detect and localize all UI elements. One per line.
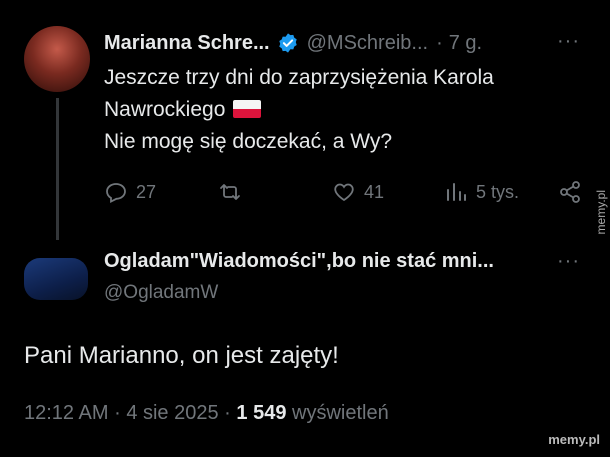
tweet-header: Marianna Schre... @MSchreib... · 7 g. xyxy=(104,30,600,56)
tweet-actions: 27 41 5 tys. xyxy=(104,180,594,208)
reply-text: Pani Marianno, on jest zajęty! xyxy=(24,342,339,369)
share-icon xyxy=(560,181,580,203)
reply-time[interactable]: 12:12 AM xyxy=(24,402,109,424)
views-count: 5 tys. xyxy=(476,181,520,202)
reply-meta: 12:12 AM · 4 sie 2025 · 1 549 wyświetleń xyxy=(24,402,389,425)
tweet-text: Jeszcze trzy dni do zaprzysiężenia Karol… xyxy=(104,62,564,158)
reply-count: 27 xyxy=(136,181,157,202)
retweet-button[interactable] xyxy=(218,180,250,204)
poland-flag-icon xyxy=(233,100,262,118)
reply-views-count: 1 549 xyxy=(236,402,287,424)
thread-line xyxy=(56,98,59,240)
author-avatar[interactable] xyxy=(24,26,90,92)
reply-views-label: wyświetleń xyxy=(292,402,389,424)
meta-separator-2: · xyxy=(224,402,231,424)
share-button[interactable] xyxy=(558,180,582,204)
reply-author-handle[interactable]: @OgladamW xyxy=(104,282,218,304)
views-button[interactable]: 5 tys. xyxy=(444,180,519,204)
tweet-text-line-2: Nawrockiego xyxy=(104,98,226,121)
like-icon xyxy=(334,183,354,202)
meta-separator-1: · xyxy=(114,402,121,424)
tweet-text-line-1: Jeszcze trzy dni do zaprzysiężenia Karol… xyxy=(104,66,494,89)
side-watermark: memy.pl xyxy=(594,190,608,235)
reply-more-icon[interactable]: ··· xyxy=(557,250,580,273)
separator-dot: · xyxy=(436,31,443,54)
retweet-icon xyxy=(220,184,240,200)
views-icon xyxy=(447,183,466,201)
tweet-text-line-3: Nie mogę się doczekać, a Wy? xyxy=(104,130,393,153)
more-icon[interactable]: ··· xyxy=(557,30,580,53)
reply-date[interactable]: 4 sie 2025 xyxy=(126,402,218,424)
like-count: 41 xyxy=(364,181,385,202)
bottom-watermark: memy.pl xyxy=(548,432,600,447)
tweet-text-line-2-wrap: Nawrockiego xyxy=(104,94,564,126)
reply-icon xyxy=(106,183,126,203)
tweet-time[interactable]: 7 g. xyxy=(449,32,482,55)
reply-button[interactable]: 27 xyxy=(104,180,156,204)
reply-author-name[interactable]: Ogladam"Wiadomości",bo nie stać mni... xyxy=(104,250,494,273)
verified-icon xyxy=(278,33,297,53)
author-handle[interactable]: @MSchreib... xyxy=(307,32,428,55)
like-button[interactable]: 41 xyxy=(332,180,384,204)
reply-author-avatar[interactable] xyxy=(24,258,88,300)
author-name[interactable]: Marianna Schre... xyxy=(104,32,270,55)
